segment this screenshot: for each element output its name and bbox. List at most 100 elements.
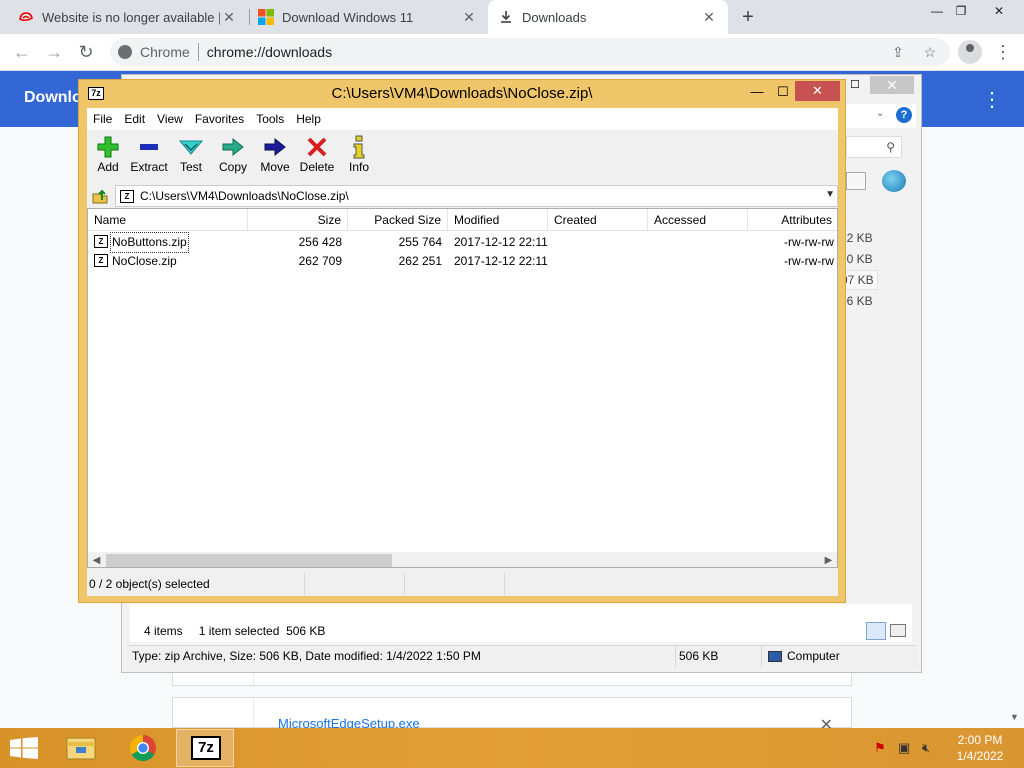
column-attributes[interactable]: Attributes (748, 209, 837, 231)
menu-help[interactable]: Help (290, 112, 327, 126)
browser-toolbar: ← → ↻ Chrome chrome://downloads ⇪ ☆ (0, 34, 1024, 71)
column-name[interactable]: Name (88, 209, 248, 231)
system-clock[interactable]: 2:00 PM 1/4/2022 (948, 732, 1012, 764)
tab-title: Downloads (522, 9, 587, 25)
bookmark-star-icon[interactable]: ☆ (920, 42, 940, 62)
status-bar: 0 / 2 object(s) selected (87, 573, 838, 595)
add-icon (87, 134, 129, 160)
chrome-menu-icon[interactable]: ⋮ (994, 42, 1012, 62)
column-accessed[interactable]: Accessed (648, 209, 748, 231)
7zip-client-area: File Edit View Favorites Tools Help Add … (87, 108, 838, 596)
network-globe-icon (882, 170, 906, 192)
file-attributes: -rw-rw-rw (784, 235, 834, 249)
large-icons-view-icon[interactable] (890, 624, 906, 637)
chevron-down-icon[interactable]: ▼ (825, 189, 835, 200)
7zip-window: 7z C:\Users\VM4\Downloads\NoClose.zip\ —… (78, 79, 846, 603)
reload-button[interactable]: ↻ (74, 40, 98, 64)
column-modified[interactable]: Modified (448, 209, 548, 231)
taskbar-7zip[interactable]: 7z (176, 729, 234, 767)
table-row[interactable]: Z NoButtons.zip 256 428 255 764 2017-12-… (88, 232, 837, 253)
omnibox-separator (197, 43, 199, 61)
close-window-button[interactable]: ✕ (984, 0, 1014, 24)
zip-archive-icon: Z (120, 189, 134, 203)
table-row[interactable]: Z NoClose.zip 262 709 262 251 2017-12-12… (88, 252, 837, 271)
test-button[interactable]: Test (170, 134, 212, 174)
back-button[interactable]: ← (10, 40, 34, 64)
scrollbar-thumb[interactable] (106, 554, 392, 567)
close-tab-icon[interactable]: ✕ (220, 9, 238, 26)
tab-downloads[interactable]: Downloads ✕ (488, 0, 728, 34)
column-packed-size[interactable]: Packed Size (348, 209, 448, 231)
menu-file[interactable]: File (87, 112, 118, 126)
taskbar: 7z ⚑ ▣ 🔇︎ 2:00 PM 1/4/2022 (0, 728, 1024, 768)
ribbon-expand-icon[interactable]: ⌄ (876, 108, 884, 119)
file-name: NoButtons.zip (110, 232, 189, 253)
delete-icon (296, 134, 338, 160)
tab-website-unavailable[interactable]: Website is no longer available | O ✕ (8, 0, 248, 34)
maximize-button[interactable]: ☐ (773, 82, 793, 102)
folder-up-icon[interactable] (91, 187, 109, 205)
extract-icon (128, 134, 170, 160)
move-icon (254, 134, 296, 160)
7zip-icon: 7z (191, 736, 221, 760)
scroll-right-arrow-icon[interactable]: ▶ (820, 552, 837, 567)
column-size[interactable]: Size (248, 209, 348, 231)
help-icon[interactable]: ? (896, 107, 912, 123)
explorer-maximize-icon[interactable]: ☐ (850, 78, 860, 91)
file-name: NoClose.zip (112, 254, 177, 268)
action-center-flag-icon[interactable]: ⚑ (874, 740, 886, 756)
redhat-icon (18, 9, 34, 25)
restore-button[interactable]: ❐ (946, 0, 976, 24)
minimize-button[interactable]: — (745, 82, 769, 102)
7zip-title-bar[interactable]: 7z C:\Users\VM4\Downloads\NoClose.zip\ —… (79, 80, 845, 106)
taskbar-file-explorer[interactable] (52, 729, 110, 767)
chrome-site-icon (118, 45, 132, 59)
details-view-icon[interactable] (866, 622, 886, 640)
menu-view[interactable]: View (151, 112, 189, 126)
menu-edit[interactable]: Edit (118, 112, 151, 126)
horizontal-scrollbar[interactable]: ◀ ▶ (88, 552, 837, 567)
close-tab-icon[interactable]: ✕ (700, 9, 718, 26)
site-chip[interactable]: Chrome (118, 44, 190, 60)
menu-favorites[interactable]: Favorites (189, 112, 250, 126)
forward-button[interactable]: → (42, 40, 66, 64)
explorer-status-bar: 4 items 1 item selected 506 KB (130, 620, 912, 642)
view-options-icon[interactable] (846, 172, 866, 190)
info-icon (338, 134, 380, 160)
explorer-search-box[interactable]: ⚲ (846, 136, 902, 158)
delete-button[interactable]: Delete (296, 134, 338, 174)
copy-button[interactable]: Copy (212, 134, 254, 174)
close-tab-icon[interactable]: ✕ (460, 9, 478, 26)
path-text: C:\Users\VM4\Downloads\NoClose.zip\ (140, 189, 349, 203)
scroll-left-arrow-icon[interactable]: ◀ (88, 552, 105, 567)
file-list[interactable]: Name Size Packed Size Modified Created A… (87, 208, 838, 568)
add-button[interactable]: Add (87, 134, 129, 174)
close-button[interactable]: ✕ (795, 81, 840, 101)
explorer-close-button[interactable]: ✕ (870, 76, 914, 94)
taskbar-chrome[interactable] (114, 729, 172, 767)
menu-tools[interactable]: Tools (250, 112, 290, 126)
scroll-down-arrow-icon[interactable]: ▼ (1010, 712, 1019, 722)
info-label: Info (348, 160, 369, 174)
size-cell: 70 KB (840, 252, 873, 266)
profile-avatar[interactable] (958, 40, 982, 64)
menu-bar: File Edit View Favorites Tools Help (87, 108, 838, 130)
share-icon[interactable]: ⇪ (888, 42, 908, 62)
network-icon[interactable]: ▣ (898, 740, 910, 756)
explorer-content-area (130, 604, 912, 620)
new-tab-button[interactable]: + (736, 4, 760, 30)
file-size: 256 428 (298, 235, 342, 249)
volume-muted-icon[interactable]: 🔇︎ (922, 740, 930, 756)
path-combobox[interactable]: Z C:\Users\VM4\Downloads\NoClose.zip\ ▼ (115, 185, 838, 207)
windows-start-icon[interactable] (10, 737, 38, 759)
move-button[interactable]: Move (254, 134, 296, 174)
site-label: Chrome (140, 44, 190, 60)
more-actions-icon[interactable]: ⋮ (982, 87, 1002, 112)
extract-button[interactable]: Extract (128, 134, 170, 174)
explorer-ribbon-area: ⌄ ? (846, 104, 916, 128)
file-explorer-icon (66, 737, 96, 760)
info-button[interactable]: Info (338, 134, 380, 174)
column-created[interactable]: Created (548, 209, 648, 231)
address-bar[interactable]: Chrome chrome://downloads ⇪ ☆ (110, 38, 950, 66)
tab-download-windows-11[interactable]: Download Windows 11 ✕ (248, 0, 488, 34)
